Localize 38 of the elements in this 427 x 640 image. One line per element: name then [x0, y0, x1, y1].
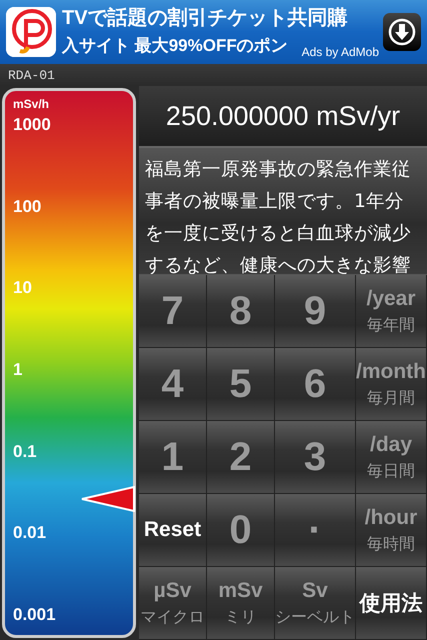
- keypad-key[interactable]: mSv ミリ: [207, 567, 276, 640]
- keypad-key[interactable]: 5: [207, 348, 276, 421]
- keypad-key[interactable]: /year 毎年間: [356, 275, 427, 348]
- keypad-key[interactable]: 8: [207, 275, 276, 348]
- scale-label: 0.01: [13, 523, 48, 544]
- scale-unit: mSv/h: [13, 97, 50, 111]
- keypad-key[interactable]: /month 毎月間: [356, 348, 427, 421]
- keypad-key[interactable]: 使用法: [356, 567, 427, 640]
- keypad-key[interactable]: 4: [139, 348, 207, 421]
- download-button[interactable]: [383, 13, 421, 51]
- device-label: RDA-01: [8, 68, 55, 82]
- ad-attribution: Ads by AdMob: [302, 45, 379, 59]
- keypad-key[interactable]: Reset: [139, 494, 207, 567]
- download-icon: [388, 18, 416, 46]
- scale-label: 100: [13, 196, 42, 217]
- scale-label: 0.1: [13, 442, 38, 462]
- scale-label: 1: [13, 360, 24, 380]
- keypad-key[interactable]: µSv マイクロ: [139, 567, 207, 640]
- keypad-key[interactable]: 1: [139, 421, 207, 494]
- scale-label: 10: [13, 278, 33, 298]
- dose-reading: 250.000000 mSv/yr: [166, 100, 400, 132]
- ad-banner[interactable]: TVで話題の割引チケット共同購 入サイト 最大99%OFFのポン Ads by AdMob: [0, 0, 427, 64]
- keypad-key[interactable]: /day 毎日間: [356, 421, 427, 494]
- keypad-key[interactable]: 2: [207, 421, 276, 494]
- keypad-key[interactable]: ·: [275, 494, 356, 567]
- ad-headline: TVで話題の割引チケット共同購: [62, 6, 349, 31]
- scale-label: 1000: [13, 115, 52, 135]
- keypad-key[interactable]: 0: [207, 494, 276, 567]
- keypad-key[interactable]: 6: [275, 348, 356, 421]
- pointer-icon: [80, 486, 136, 512]
- scale-label: 0.001: [13, 604, 57, 625]
- keypad-key[interactable]: 7: [139, 275, 207, 348]
- keypad-key[interactable]: Sv シーベルト: [275, 567, 356, 640]
- app-logo-icon: [6, 7, 56, 57]
- keypad-key[interactable]: 9: [275, 275, 356, 348]
- keypad-key[interactable]: 3: [275, 421, 356, 494]
- ad-subline: 入サイト 最大99%OFFのポン: [62, 35, 288, 57]
- keypad-key[interactable]: /hour 毎時間: [356, 494, 427, 567]
